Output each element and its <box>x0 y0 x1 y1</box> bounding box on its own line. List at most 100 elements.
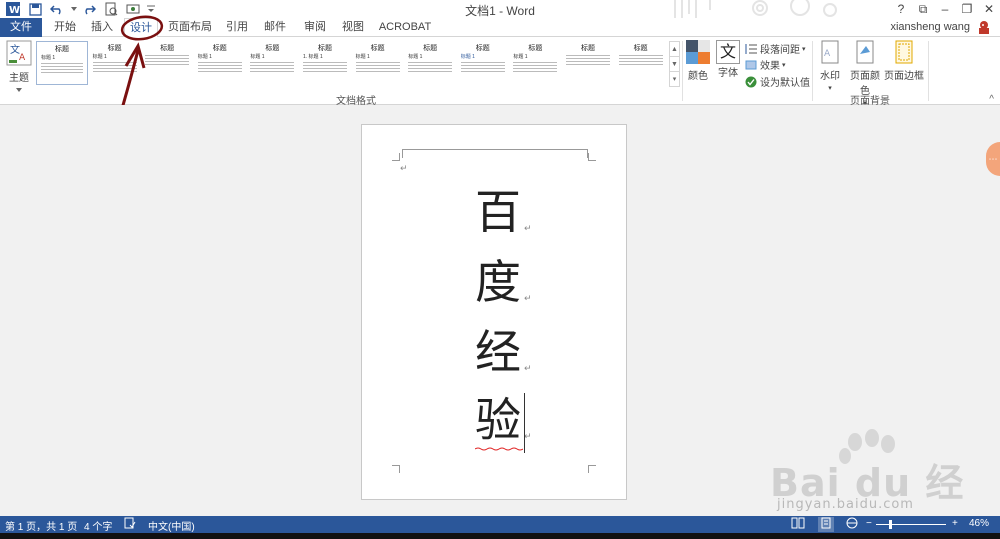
zoom-level[interactable]: 46% <box>969 518 989 529</box>
style-thumbnail-text-line <box>303 71 347 72</box>
document-text-line[interactable]: 验 <box>475 393 521 447</box>
tab-acrobat[interactable]: ACROBAT <box>378 18 432 37</box>
chevron-down-icon <box>16 88 22 92</box>
style-thumbnail-subheading: 标题 1 <box>513 54 528 60</box>
print-layout-icon[interactable] <box>818 517 834 532</box>
zoom-in-button[interactable]: + <box>952 518 958 529</box>
style-set-thumbnail[interactable]: 标题 标题 1 <box>456 41 509 85</box>
style-set-thumbnail[interactable]: 标题 <box>614 41 667 85</box>
restore-button[interactable]: ❐ <box>956 0 978 18</box>
taskbar-strip <box>0 533 1000 539</box>
svg-text:A: A <box>19 53 26 63</box>
paragraph-spacing-button[interactable]: 段落间距 ▾ <box>745 41 806 56</box>
style-thumbnail-text-line <box>513 65 558 66</box>
fonts-icon: 文 <box>716 40 740 64</box>
tab-mailings[interactable]: 邮件 <box>262 18 288 37</box>
document-text-line[interactable]: 百 <box>475 185 521 239</box>
word-count[interactable]: 4 个字 <box>84 518 112 533</box>
spelling-squiggle <box>475 447 523 451</box>
style-thumbnail-subheading: 标题 1 <box>41 55 56 61</box>
proofing-icon[interactable] <box>124 517 136 532</box>
style-thumbnail-text-line <box>460 62 505 63</box>
ribbon-display-options-button[interactable]: ⧉ <box>912 0 934 18</box>
style-set-thumbnail[interactable]: 标题 标题 1 <box>509 41 562 85</box>
document-text-line[interactable]: 经 <box>475 325 521 379</box>
style-thumbnail-subheading: 标题 1 <box>355 54 370 60</box>
style-thumbnail-text-line <box>408 65 453 66</box>
page-borders-icon <box>895 40 913 64</box>
web-layout-icon[interactable] <box>846 517 858 532</box>
effects-icon <box>745 59 757 71</box>
style-set-thumbnail[interactable]: 标题 标题 1 <box>193 41 246 85</box>
tab-home[interactable]: 开始 <box>52 18 78 37</box>
page-corner-mark <box>588 153 596 161</box>
style-thumbnail-text-line <box>513 62 558 63</box>
zoom-slider[interactable] <box>876 524 946 525</box>
style-thumbnail-subheading: 标题 1 <box>408 54 423 60</box>
page-count[interactable]: 第 1 页，共 1 页 <box>5 518 77 533</box>
collapse-ribbon-button[interactable]: ^ <box>989 94 994 105</box>
close-button[interactable]: ✕ <box>978 0 1000 18</box>
page-borders-button[interactable]: 页面边框 <box>884 40 924 82</box>
paragraph-mark: ↵ <box>524 431 532 441</box>
style-thumbnail-heading: 标题 <box>318 45 332 52</box>
style-thumbnail-text-line <box>355 71 400 72</box>
fonts-button[interactable]: 文 字体 <box>713 40 743 79</box>
side-panel-handle[interactable]: ⋯ <box>986 142 1000 176</box>
style-thumbnail-heading: 标题 <box>55 46 69 53</box>
style-thumbnail-heading: 标题 <box>423 45 438 52</box>
style-thumbnail-text-line <box>460 68 505 69</box>
colors-button[interactable]: 颜色 <box>684 40 712 82</box>
separator <box>928 41 929 101</box>
chevron-down-icon: ▾ <box>802 45 806 53</box>
tab-file[interactable]: 文件 <box>0 18 42 37</box>
paragraph-mark: ↵ <box>524 223 532 233</box>
minimize-button[interactable]: – <box>934 0 956 18</box>
theme-button[interactable]: 文 A 主题 <box>4 40 34 92</box>
gallery-scroll[interactable]: ▲ ▼ ▾ <box>669 41 680 87</box>
read-mode-icon[interactable] <box>791 517 805 532</box>
document-text-line[interactable]: 度 <box>475 255 521 309</box>
style-thumbnail-text-line <box>303 65 347 66</box>
set-default-button[interactable]: 设为默认值 <box>745 74 810 89</box>
document-page[interactable]: ↵ 百 ↵ 度 ↵ 经 ↵ 验 ↵ <box>361 124 627 500</box>
style-set-thumbnail[interactable]: 标题 1. 标题 1 <box>299 41 351 85</box>
style-set-thumbnail[interactable]: 标题 标题 1 <box>246 41 299 85</box>
separator <box>682 41 683 101</box>
gallery-down-icon[interactable]: ▼ <box>670 57 679 72</box>
style-thumbnail-heading: 标题 <box>581 45 595 52</box>
gallery-more-icon[interactable]: ▾ <box>670 72 679 87</box>
style-set-thumbnail[interactable]: 标题标题 1 <box>36 41 88 85</box>
colors-label: 颜色 <box>688 71 708 82</box>
style-thumbnail-heading: 标题 <box>475 45 490 52</box>
chevron-down-icon: ▾ <box>782 61 786 69</box>
style-thumbnail-text-line <box>197 68 242 69</box>
fonts-label: 字体 <box>718 68 738 79</box>
word-window: W 文档1 - Word ? ⧉ – ❐ ✕ 文件 开始 插入 设计 页面布局 … <box>0 0 1000 539</box>
tab-references[interactable]: 引用 <box>224 18 250 37</box>
style-thumbnail-text-line <box>513 71 558 72</box>
status-bar: 第 1 页，共 1 页 4 个字 中文(中国) − + 46% <box>0 516 1000 533</box>
gallery-up-icon[interactable]: ▲ <box>670 42 679 57</box>
style-thumbnail-text-line <box>618 61 663 62</box>
zoom-out-button[interactable]: − <box>866 518 872 529</box>
user-name[interactable]: xiansheng wang <box>890 21 970 33</box>
avatar[interactable] <box>976 19 992 35</box>
style-thumbnail-text-line <box>250 71 295 72</box>
style-thumbnail-text-line <box>618 58 663 59</box>
style-set-thumbnail[interactable]: 标题 <box>562 41 614 85</box>
effects-button[interactable]: 效果 ▾ <box>745 57 786 72</box>
language[interactable]: 中文(中国) <box>148 518 195 533</box>
style-thumbnail-text-line <box>460 65 505 66</box>
zoom-slider-thumb[interactable] <box>889 520 892 529</box>
tab-review[interactable]: 审阅 <box>302 18 328 37</box>
help-button[interactable]: ? <box>890 0 912 18</box>
style-thumbnail-text-line <box>197 65 242 66</box>
style-thumbnail-text-line <box>41 66 83 67</box>
style-thumbnail-text-line <box>250 65 295 66</box>
style-set-thumbnail[interactable]: 标题 标题 1 <box>404 41 457 85</box>
style-set-thumbnail[interactable]: 标题 标题 1 <box>351 41 404 85</box>
header-area <box>402 149 588 158</box>
tab-view[interactable]: 视图 <box>340 18 366 37</box>
watermark-button[interactable]: A 水印 ▾ <box>816 40 844 93</box>
